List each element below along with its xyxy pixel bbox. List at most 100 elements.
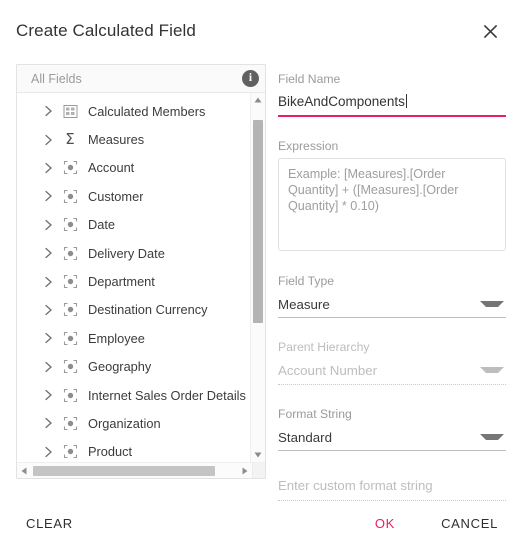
field-type-value: Measure <box>278 296 330 312</box>
all-fields-panel: All Fields i Calculated Members Σ Measur… <box>16 64 266 479</box>
field-type-group: Field Type Measure <box>278 274 506 318</box>
tree-item-employee[interactable]: Employee <box>17 324 250 352</box>
tree-horizontal-scrollbar[interactable] <box>17 462 265 478</box>
parent-hierarchy-value: Account Number <box>278 362 378 378</box>
field-name-underline <box>278 115 506 117</box>
dimension-icon <box>61 273 79 291</box>
text-caret <box>405 94 407 108</box>
dimension-icon <box>61 187 79 205</box>
ok-button[interactable]: OK <box>367 509 403 538</box>
tree-item-label: Internet Sales Order Details <box>88 387 246 403</box>
chevron-right-icon[interactable] <box>39 216 57 234</box>
dimension-icon <box>61 358 79 376</box>
dialog-header: Create Calculated Field <box>0 0 524 62</box>
chevron-right-icon[interactable] <box>39 414 57 432</box>
chevron-down-icon <box>480 367 504 373</box>
cancel-button[interactable]: CANCEL <box>433 509 506 538</box>
chevron-right-icon[interactable] <box>39 443 57 461</box>
dimension-icon <box>61 159 79 177</box>
format-string-label: Format String <box>278 407 352 421</box>
custom-format-underline <box>278 500 506 501</box>
tree-item-organization[interactable]: Organization <box>17 409 250 437</box>
field-type-select[interactable]: Measure <box>278 293 506 315</box>
expression-label: Expression <box>278 139 339 153</box>
field-name-input[interactable]: BikeAndComponents <box>278 91 506 113</box>
field-tree: Calculated Members Σ Measures Account Cu… <box>17 93 250 462</box>
chevron-right-icon[interactable] <box>39 187 57 205</box>
chevron-right-icon[interactable] <box>39 358 57 376</box>
tree-item-internet-sales-order-details[interactable]: Internet Sales Order Details <box>17 381 250 409</box>
format-string-group: Format String Standard <box>278 407 506 451</box>
dimension-icon <box>61 414 79 432</box>
tree-scroll-area: Calculated Members Σ Measures Account Cu… <box>17 93 265 462</box>
scroll-left-icon[interactable] <box>17 463 31 478</box>
chevron-right-icon[interactable] <box>39 386 57 404</box>
dialog-body: All Fields i Calculated Members Σ Measur… <box>0 62 524 501</box>
format-string-underline <box>278 450 506 451</box>
parent-hierarchy-group: Parent Hierarchy Account Number <box>278 340 506 385</box>
expression-textarea[interactable]: Example: [Measures].[Order Quantity] + (… <box>278 158 506 251</box>
all-fields-title: All Fields <box>31 71 82 86</box>
custom-format-input: Enter custom format string <box>278 478 433 493</box>
expression-group: Expression Example: [Measures].[Order Qu… <box>278 139 506 251</box>
tree-item-department[interactable]: Department <box>17 267 250 295</box>
scrollbar-corner <box>252 463 265 478</box>
close-icon[interactable] <box>475 16 505 46</box>
chevron-right-icon[interactable] <box>39 301 57 319</box>
tree-item-label: Calculated Members <box>88 103 206 119</box>
info-icon[interactable]: i <box>242 70 259 87</box>
field-name-group: Field Name BikeAndComponents <box>278 72 506 117</box>
clear-button[interactable]: CLEAR <box>18 509 81 538</box>
tree-item-customer[interactable]: Customer <box>17 182 250 210</box>
tree-item-label: Geography <box>88 359 152 375</box>
chevron-right-icon[interactable] <box>39 244 57 262</box>
tree-vertical-scrollbar[interactable] <box>250 93 265 462</box>
dimension-icon <box>61 329 79 347</box>
dialog-title: Create Calculated Field <box>16 21 196 40</box>
dialog-footer: CLEAR OK CANCEL <box>0 496 524 550</box>
sigma-icon: Σ <box>65 129 75 148</box>
tree-item-calculated-members[interactable]: Calculated Members <box>17 97 250 125</box>
tree-item-label: Product <box>88 444 133 460</box>
calculated-members-icon <box>61 102 79 120</box>
tree-item-geography[interactable]: Geography <box>17 353 250 381</box>
chevron-down-icon[interactable] <box>480 301 504 307</box>
tree-item-destination-currency[interactable]: Destination Currency <box>17 296 250 324</box>
tree-item-label: Measures <box>88 132 145 148</box>
chevron-right-icon[interactable] <box>39 131 57 149</box>
tree-item-account[interactable]: Account <box>17 154 250 182</box>
tree-vertical-scroll-thumb[interactable] <box>253 120 263 323</box>
dimension-icon <box>61 443 79 461</box>
field-type-label: Field Type <box>278 274 335 288</box>
field-name-value: BikeAndComponents <box>278 94 405 109</box>
tree-item-label: Destination Currency <box>88 302 208 318</box>
field-name-label: Field Name <box>278 72 341 86</box>
tree-item-measures[interactable]: Σ Measures <box>17 125 250 153</box>
format-string-value: Standard <box>278 429 332 445</box>
parent-hierarchy-underline <box>278 384 506 385</box>
dimension-icon <box>61 301 79 319</box>
chevron-right-icon[interactable] <box>39 329 57 347</box>
all-fields-header: All Fields i <box>17 65 265 93</box>
format-string-select[interactable]: Standard <box>278 426 506 448</box>
tree-item-label: Organization <box>88 415 161 431</box>
chevron-right-icon[interactable] <box>39 102 57 120</box>
scroll-right-icon[interactable] <box>238 463 252 478</box>
tree-item-label: Customer <box>88 188 144 204</box>
dimension-icon <box>61 244 79 262</box>
chevron-down-icon[interactable] <box>480 434 504 440</box>
scroll-up-icon[interactable] <box>251 93 265 107</box>
dimension-icon <box>61 386 79 404</box>
chevron-right-icon[interactable] <box>39 273 57 291</box>
tree-item-product[interactable]: Product <box>17 438 250 462</box>
scroll-down-icon[interactable] <box>251 448 265 462</box>
tree-horizontal-scroll-thumb[interactable] <box>33 466 215 476</box>
tree-item-label: Employee <box>88 330 145 346</box>
tree-item-delivery-date[interactable]: Delivery Date <box>17 239 250 267</box>
tree-item-label: Account <box>88 160 135 176</box>
tree-item-label: Delivery Date <box>88 245 165 261</box>
chevron-right-icon[interactable] <box>39 159 57 177</box>
calculated-field-form: Field Name BikeAndComponents Expression … <box>278 62 506 501</box>
create-calculated-field-dialog: Create Calculated Field All Fields i Cal… <box>0 0 524 550</box>
tree-item-date[interactable]: Date <box>17 211 250 239</box>
